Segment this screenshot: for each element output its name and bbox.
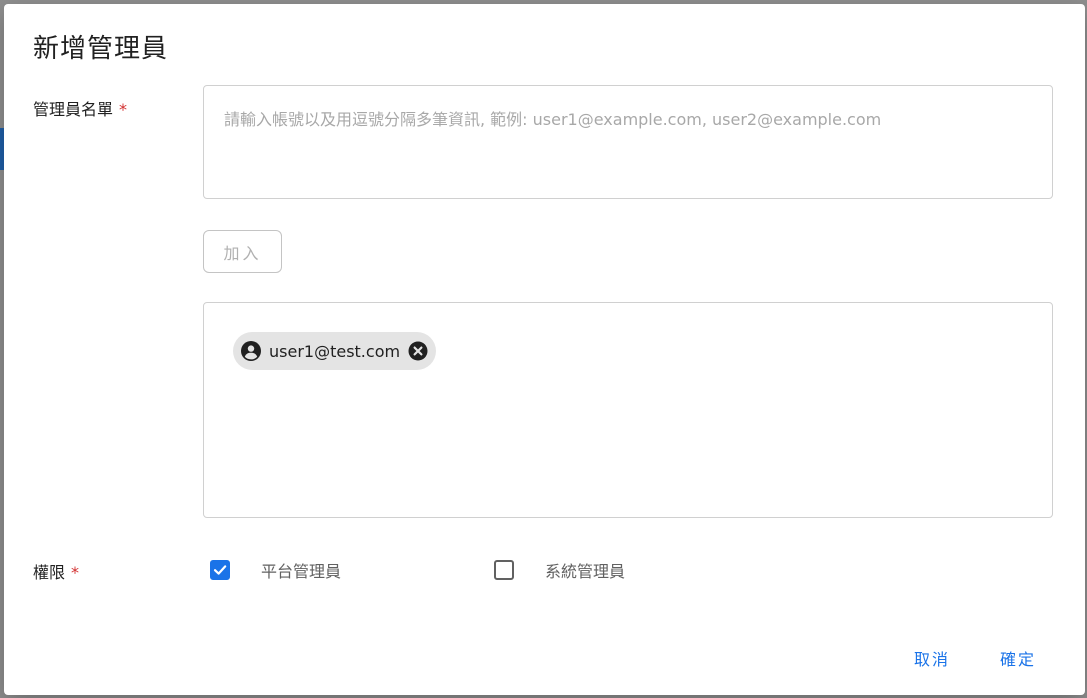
required-mark: * [119,100,128,119]
confirm-button[interactable]: 確定 [994,642,1042,674]
permission-option-system-admin[interactable]: 系統管理員 [494,557,625,583]
checkbox-unchecked[interactable] [494,560,514,580]
permission-label: 平台管理員 [261,562,342,581]
remove-circle-icon[interactable] [408,341,428,361]
admin-chip: user1@test.com [233,332,437,370]
required-mark: * [71,563,80,582]
permissions-label-text: 權限 [33,563,66,582]
admin-list-input[interactable] [203,85,1053,199]
admin-chip-list: user1@test.com [203,302,1053,518]
permission-option-platform-admin[interactable]: 平台管理員 [210,557,341,583]
checkmark-icon [213,565,227,575]
admin-list-label-text: 管理員名單 [33,100,114,119]
account-circle-icon [241,341,261,361]
dialog-title: 新增管理員 [33,34,169,64]
admin-chip-text: user1@test.com [269,341,401,361]
cancel-button[interactable]: 取消 [908,642,956,674]
permission-label: 系統管理員 [545,562,626,581]
checkbox-checked[interactable] [210,560,230,580]
permissions-label: 權限 * [33,559,79,583]
admin-list-label: 管理員名單 * [33,96,127,120]
add-admin-dialog: 新增管理員 管理員名單* 加入 user1@test.com 權 [4,4,1085,695]
add-button[interactable]: 加入 [203,230,282,273]
